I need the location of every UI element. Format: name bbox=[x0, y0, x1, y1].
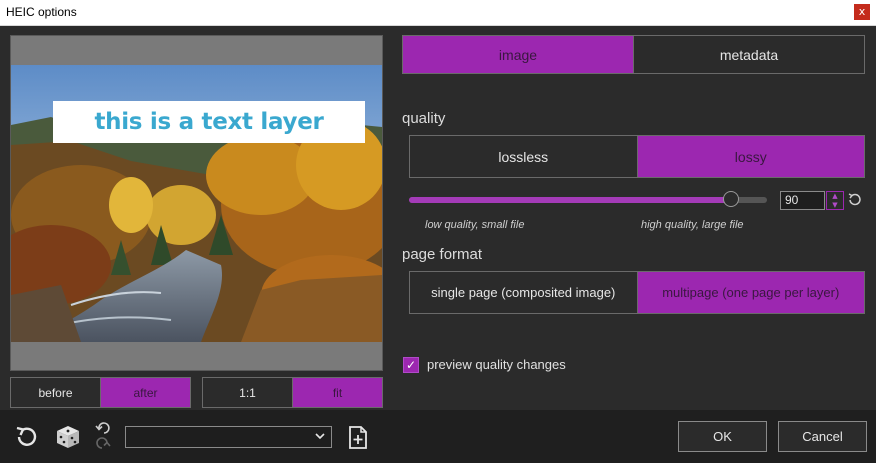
tab-image[interactable]: image bbox=[403, 36, 633, 73]
quality-slider[interactable] bbox=[409, 191, 767, 207]
add-preset-icon[interactable] bbox=[347, 425, 369, 450]
before-after-toggle: before after bbox=[10, 377, 191, 408]
after-button[interactable]: after bbox=[100, 378, 190, 407]
page-format-toggle: single page (composited image) multipage… bbox=[409, 271, 865, 314]
zoom-toggle: 1:1 fit bbox=[202, 377, 383, 408]
page-format-label: page format bbox=[402, 246, 483, 263]
text-layer[interactable]: this is a text layer bbox=[53, 101, 365, 143]
preset-dropdown[interactable] bbox=[125, 426, 332, 448]
quality-label: quality bbox=[402, 110, 446, 127]
multipage-button[interactable]: multipage (one page per layer) bbox=[636, 272, 864, 313]
heic-options-dialog: HEIC options x this is a text layer befo… bbox=[0, 0, 876, 463]
preview-panel[interactable]: this is a text layer bbox=[10, 35, 383, 371]
reset-icon[interactable] bbox=[13, 424, 39, 450]
quality-slider-fill bbox=[409, 197, 731, 203]
tab-metadata[interactable]: metadata bbox=[633, 36, 864, 73]
tab-bar: image metadata bbox=[402, 35, 865, 74]
lossless-button[interactable]: lossless bbox=[410, 136, 637, 177]
stepper-down-icon[interactable]: ▼ bbox=[827, 201, 843, 210]
preview-quality-label: preview quality changes bbox=[427, 357, 566, 372]
ok-button[interactable]: OK bbox=[678, 421, 767, 452]
zoom-1to1-button[interactable]: 1:1 bbox=[203, 378, 292, 407]
preview-quality-checkbox[interactable]: ✓ bbox=[403, 357, 419, 373]
low-quality-hint: low quality, small file bbox=[425, 219, 525, 231]
cancel-button[interactable]: Cancel bbox=[778, 421, 867, 452]
stepper-up-icon[interactable]: ▲ bbox=[827, 192, 843, 201]
zoom-fit-button[interactable]: fit bbox=[292, 378, 382, 407]
quality-slider-thumb[interactable] bbox=[723, 191, 739, 207]
redo-icon[interactable] bbox=[95, 437, 111, 451]
before-button[interactable]: before bbox=[11, 378, 100, 407]
quality-stepper[interactable]: ▲ ▼ bbox=[826, 191, 844, 210]
high-quality-hint: high quality, large file bbox=[641, 219, 744, 231]
quality-value-input[interactable]: 90 bbox=[780, 191, 825, 210]
title-bar: HEIC options x bbox=[0, 0, 876, 26]
single-page-button[interactable]: single page (composited image) bbox=[410, 272, 637, 313]
window-title: HEIC options bbox=[6, 5, 77, 19]
dice-icon[interactable] bbox=[54, 423, 82, 451]
reset-quality-icon[interactable] bbox=[846, 192, 862, 208]
preview-image: this is a text layer bbox=[11, 65, 382, 342]
lossy-button[interactable]: lossy bbox=[636, 136, 864, 177]
undo-icon[interactable] bbox=[95, 421, 111, 435]
chevron-down-icon bbox=[315, 433, 325, 440]
quality-mode-toggle: lossless lossy bbox=[409, 135, 865, 178]
close-button[interactable]: x bbox=[854, 4, 870, 20]
